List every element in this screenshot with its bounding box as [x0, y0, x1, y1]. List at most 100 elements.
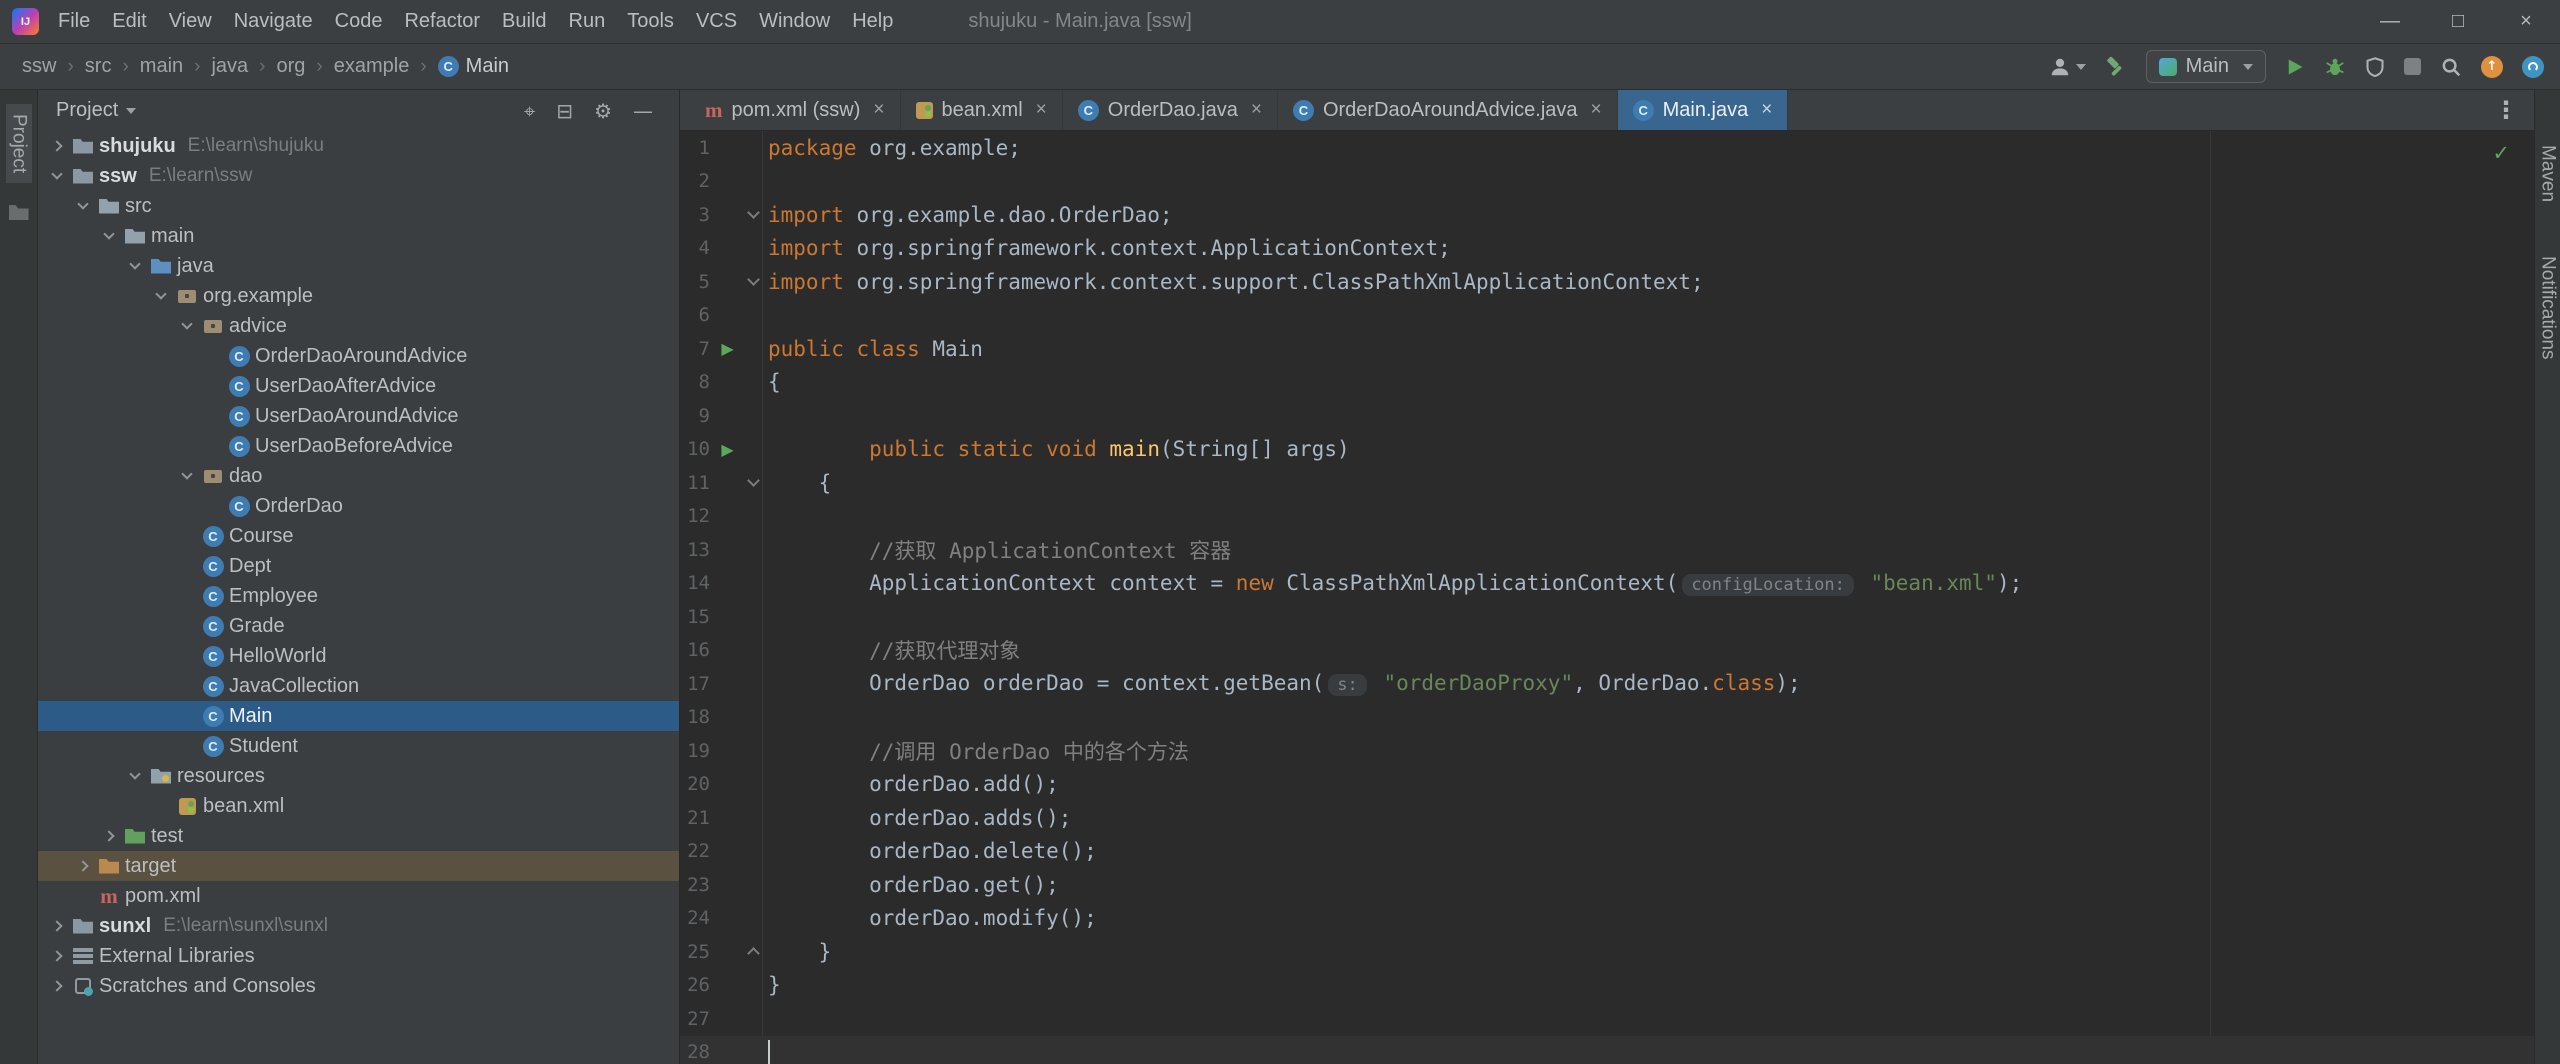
code-text[interactable]: orderDao.get(); — [762, 873, 1059, 897]
tree-item-bean-xml[interactable]: bean.xml — [38, 791, 679, 821]
code-line-20[interactable]: 20 orderDao.add(); — [680, 768, 2534, 802]
sync-icon[interactable] — [2522, 55, 2544, 78]
line-number[interactable]: 24 — [680, 907, 710, 929]
code-line-4[interactable]: 4 import org.springframework.context.Appl… — [680, 232, 2534, 266]
inspection-ok-icon[interactable]: ✓ — [2492, 141, 2510, 165]
chevron-down-icon[interactable] — [122, 768, 148, 780]
search-everywhere-icon[interactable] — [2440, 56, 2462, 78]
fold-down-icon[interactable] — [745, 206, 762, 220]
code-line-21[interactable]: 21 orderDao.adds(); — [680, 801, 2534, 835]
line-number[interactable]: 11 — [680, 472, 710, 494]
line-number[interactable]: 1 — [680, 137, 710, 159]
tree-item-advice[interactable]: advice — [38, 311, 679, 341]
chevron-down-icon[interactable] — [122, 258, 148, 270]
code-text[interactable]: //获取 ApplicationContext 容器 — [762, 535, 1231, 565]
run-line-marker[interactable]: ▶ — [710, 440, 745, 459]
line-number[interactable]: 16 — [680, 639, 710, 661]
code-line-22[interactable]: 22 orderDao.delete(); — [680, 835, 2534, 869]
code-text[interactable] — [762, 1040, 770, 1064]
chevron-down-icon[interactable] — [174, 318, 200, 330]
fold-up-icon[interactable] — [745, 945, 762, 961]
code-text[interactable]: import org.springframework.context.suppo… — [762, 270, 1704, 294]
run-line-marker[interactable]: ▶ — [710, 339, 745, 358]
line-number[interactable]: 21 — [680, 807, 710, 829]
tree-item-external-libraries[interactable]: External Libraries — [38, 941, 679, 971]
chevron-right-icon[interactable] — [44, 140, 70, 152]
build-hammer-icon[interactable] — [2105, 56, 2127, 78]
line-number[interactable]: 3 — [680, 204, 710, 226]
code-text[interactable]: //调用 OrderDao 中的各个方法 — [762, 736, 1189, 766]
chevron-down-icon[interactable] — [70, 198, 96, 210]
line-number[interactable]: 13 — [680, 539, 710, 561]
menu-refactor[interactable]: Refactor — [393, 10, 491, 33]
line-number[interactable]: 28 — [680, 1041, 710, 1063]
line-number[interactable]: 20 — [680, 773, 710, 795]
tab-options-icon[interactable]: ⋮ — [2494, 90, 2534, 130]
line-number[interactable]: 7 — [680, 338, 710, 360]
stop-button[interactable] — [2404, 58, 2421, 75]
tree-item-course[interactable]: C Course — [38, 521, 679, 551]
tree-item-userdaoafteradvice[interactable]: C UserDaoAfterAdvice — [38, 371, 679, 401]
line-number[interactable]: 18 — [680, 706, 710, 728]
line-number[interactable]: 25 — [680, 941, 710, 963]
code-line-24[interactable]: 24 orderDao.modify(); — [680, 902, 2534, 936]
tab-pom-xml-ssw[interactable]: m pom.xml (ssw) × — [690, 90, 901, 130]
line-number[interactable]: 2 — [680, 170, 710, 192]
line-number[interactable]: 17 — [680, 673, 710, 695]
code-line-28[interactable]: 28 — [680, 1035, 2534, 1064]
code-line-23[interactable]: 23 orderDao.get(); — [680, 868, 2534, 902]
tab-orderdao-java[interactable]: C OrderDao.java × — [1063, 90, 1278, 130]
code-text[interactable]: ApplicationContext context = new ClassPa… — [762, 571, 2022, 596]
line-number[interactable]: 23 — [680, 874, 710, 896]
code-line-9[interactable]: 9 — [680, 399, 2534, 433]
fold-down-icon[interactable] — [745, 474, 762, 488]
tree-item-ssw[interactable]: ssw E:\learn\ssw — [38, 161, 679, 191]
line-number[interactable]: 22 — [680, 840, 710, 862]
tree-item-userdaobeforeadvice[interactable]: C UserDaoBeforeAdvice — [38, 431, 679, 461]
code-line-1[interactable]: 1 package org.example; — [680, 131, 2534, 165]
tree-item-main[interactable]: C Main — [38, 701, 679, 731]
maven-stripe-button[interactable]: Maven — [2535, 135, 2560, 212]
menu-vcs[interactable]: VCS — [685, 10, 748, 33]
tree-item-student[interactable]: C Student — [38, 731, 679, 761]
coverage-button[interactable] — [2365, 56, 2385, 78]
run-gutter-icon[interactable]: ▶ — [721, 440, 733, 459]
tree-item-grade[interactable]: C Grade — [38, 611, 679, 641]
tree-item-shujuku[interactable]: shujuku E:\learn\shujuku — [38, 131, 679, 161]
tree-item-helloworld[interactable]: C HelloWorld — [38, 641, 679, 671]
project-stripe-button[interactable]: Project — [5, 104, 32, 184]
run-gutter-icon[interactable]: ▶ — [721, 339, 733, 358]
code-line-27[interactable]: 27 — [680, 1002, 2534, 1036]
code-line-14[interactable]: 14 ApplicationContext context = new Clas… — [680, 567, 2534, 601]
line-number[interactable]: 19 — [680, 740, 710, 762]
breadcrumb-ssw[interactable]: ssw — [20, 55, 58, 78]
tab-bean-xml[interactable]: bean.xml × — [901, 90, 1063, 130]
editor[interactable]: 1 package org.example; 2 3 import org.exampl… — [680, 131, 2534, 1064]
update-available-icon[interactable]: ↑ — [2481, 55, 2503, 78]
settings-icon[interactable]: ⚙ — [594, 99, 612, 123]
breadcrumb-main[interactable]: main — [138, 55, 185, 78]
chevron-right-icon[interactable] — [96, 830, 122, 842]
tree-item-sunxl[interactable]: sunxl E:\learn\sunxl\sunxl — [38, 911, 679, 941]
menu-view[interactable]: View — [158, 10, 223, 33]
chevron-down-icon[interactable] — [44, 168, 70, 180]
tree-item-javacollection[interactable]: C JavaCollection — [38, 671, 679, 701]
code-line-2[interactable]: 2 — [680, 165, 2534, 199]
code-text[interactable]: orderDao.delete(); — [762, 839, 1097, 863]
select-opened-file-icon[interactable]: ⌖ — [524, 99, 535, 123]
code-line-15[interactable]: 15 — [680, 600, 2534, 634]
close-tab-icon[interactable]: × — [1251, 99, 1262, 121]
code-text[interactable]: package org.example; — [762, 136, 1021, 160]
close-button[interactable]: × — [2492, 0, 2560, 43]
code-line-25[interactable]: 25 } — [680, 935, 2534, 969]
code-text[interactable]: OrderDao orderDao = context.getBean(s: "… — [762, 671, 1801, 697]
code-text[interactable]: } — [762, 940, 832, 964]
code-text[interactable]: public class Main — [762, 337, 983, 361]
line-number[interactable]: 27 — [680, 1008, 710, 1030]
tree-item-orderdao[interactable]: C OrderDao — [38, 491, 679, 521]
close-tab-icon[interactable]: × — [1761, 99, 1772, 121]
chevron-right-icon[interactable] — [44, 950, 70, 962]
breadcrumb-example[interactable]: example — [332, 55, 412, 78]
hide-panel-icon[interactable]: — — [633, 99, 653, 123]
breadcrumb-main[interactable]: C Main — [436, 55, 511, 78]
